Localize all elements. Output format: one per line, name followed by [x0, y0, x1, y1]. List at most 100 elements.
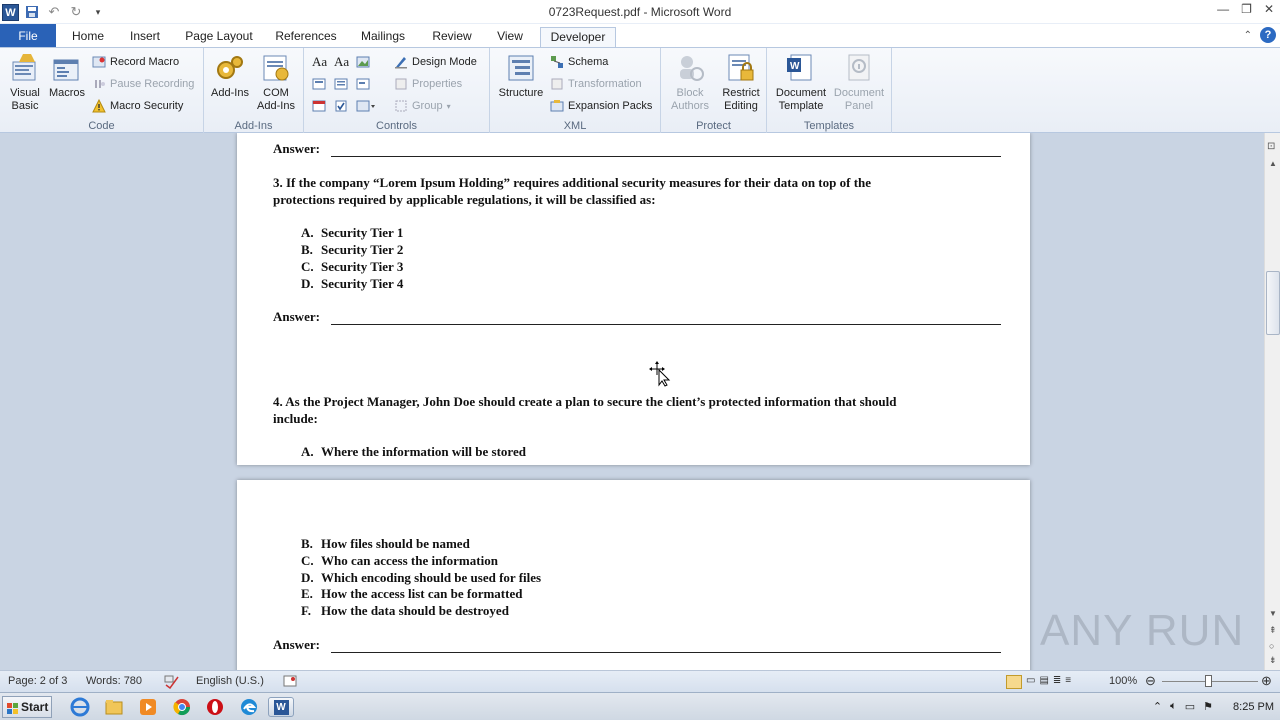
word-taskbar-icon[interactable]: W — [268, 697, 294, 717]
pause-recording-button[interactable]: Pause Recording — [92, 75, 194, 93]
plain-text-control-icon[interactable]: Aa — [334, 53, 349, 71]
record-macro-button[interactable]: Record Macro — [92, 53, 179, 71]
addins-button[interactable]: Add-Ins — [208, 52, 252, 100]
pause-icon — [92, 77, 106, 91]
ie-icon[interactable] — [70, 697, 90, 717]
document-page-3[interactable]: B. How files should be named C. Who can … — [237, 480, 1030, 670]
group-addins: Add-Ins COM Add-Ins Add-Ins — [204, 48, 304, 134]
picture-control-icon[interactable] — [356, 53, 370, 71]
language-indicator[interactable]: English (U.S.) — [196, 675, 264, 687]
expansion-packs-button[interactable]: Expansion Packs — [550, 97, 652, 115]
zoom-level[interactable]: 100% — [1109, 675, 1137, 687]
tab-review[interactable]: Review — [428, 27, 476, 48]
tab-page-layout[interactable]: Page Layout — [182, 27, 256, 48]
document-panel-button[interactable]: Document Panel — [833, 52, 885, 113]
edge-icon[interactable] — [239, 697, 259, 717]
draft-icon[interactable]: ≡ — [1065, 675, 1071, 689]
macro-security-button[interactable]: Macro Security — [92, 97, 183, 115]
tab-home[interactable]: Home — [66, 27, 110, 48]
group-code-label: Code — [88, 120, 115, 132]
media-player-icon[interactable] — [138, 697, 158, 717]
design-mode-button[interactable]: Design Mode — [394, 53, 477, 71]
tab-view[interactable]: View — [492, 27, 528, 48]
minimize-icon[interactable]: — — [1217, 2, 1229, 16]
explorer-icon[interactable] — [104, 697, 124, 717]
vertical-scrollbar[interactable]: ⊡ ▲ ▼ ⇞ ○ ⇟ — [1264, 133, 1280, 670]
macros-label: Macros — [48, 87, 86, 99]
zoom-slider-thumb[interactable] — [1205, 675, 1212, 687]
rich-text-control-icon[interactable]: Aa — [312, 53, 327, 71]
building-block-control-icon[interactable] — [312, 75, 326, 93]
minimize-ribbon-icon[interactable]: ⌃ — [1244, 30, 1252, 41]
option-text: How the data should be destroyed — [321, 603, 509, 618]
move-cursor-icon — [649, 361, 671, 390]
schema-button[interactable]: Schema — [550, 53, 608, 71]
tray-expand-icon[interactable]: ⌃ — [1153, 700, 1162, 713]
legacy-tools-icon[interactable] — [356, 97, 376, 115]
checkbox-control-icon[interactable] — [334, 97, 348, 115]
scroll-up-icon[interactable]: ▲ — [1269, 159, 1277, 168]
tab-references[interactable]: References — [272, 27, 340, 48]
properties-button[interactable]: Properties — [394, 75, 462, 93]
structure-button[interactable]: Structure — [496, 52, 546, 100]
option-letter: D. — [301, 570, 314, 585]
document-page-2[interactable]: Answer: 3. If the company “Lorem Ipsum H… — [237, 133, 1030, 465]
answer-label: Answer: — [273, 141, 320, 156]
restrict-editing-button[interactable]: Restrict Editing — [717, 52, 765, 113]
zoom-in-icon[interactable]: ⊕ — [1261, 673, 1272, 689]
chrome-icon[interactable] — [172, 697, 192, 717]
transformation-icon — [550, 77, 564, 91]
dropdown-control-icon[interactable] — [356, 75, 370, 93]
page-count[interactable]: Page: 2 of 3 — [8, 675, 67, 687]
visual-basic-button[interactable]: Visual Basic — [4, 52, 46, 113]
next-page-icon[interactable]: ⇟ — [1269, 655, 1277, 666]
block-authors-icon — [674, 52, 706, 84]
group-controls-label: Controls — [376, 120, 417, 132]
document-template-button[interactable]: W Document Template — [771, 52, 831, 113]
clock[interactable]: 8:25 PM — [1233, 701, 1274, 713]
document-panel-icon — [843, 52, 875, 84]
zoom-out-icon[interactable]: ⊖ — [1145, 673, 1156, 689]
group-button[interactable]: Group ▾ — [394, 97, 451, 115]
scroll-thumb[interactable] — [1266, 271, 1280, 335]
combo-box-control-icon[interactable] — [334, 75, 348, 93]
document-template-icon: W — [785, 52, 817, 84]
expansion-packs-label: Expansion Packs — [568, 100, 653, 112]
web-layout-icon[interactable]: ▤ — [1039, 675, 1048, 689]
print-layout-icon[interactable] — [1006, 675, 1022, 689]
tab-mailings[interactable]: Mailings — [355, 27, 411, 48]
previous-page-icon[interactable]: ⇞ — [1269, 625, 1277, 636]
option-letter: E. — [301, 586, 313, 601]
network-icon[interactable]: ▭ — [1185, 700, 1195, 713]
answer-label: Answer: — [273, 637, 320, 652]
word-count[interactable]: Words: 780 — [86, 675, 142, 687]
tab-insert[interactable]: Insert — [124, 27, 166, 48]
com-addins-button[interactable]: COM Add-Ins — [254, 52, 298, 113]
full-screen-reading-icon[interactable]: ▭ — [1026, 675, 1035, 689]
close-icon[interactable]: ✕ — [1264, 2, 1274, 16]
start-button[interactable]: Start — [2, 696, 52, 718]
tab-file[interactable]: File — [0, 24, 56, 48]
title-bar: W ↶ ↻ ▾ 0723Request.pdf - Microsoft Word… — [0, 0, 1280, 24]
scroll-down-icon[interactable]: ▼ — [1269, 609, 1277, 618]
option-letter: D. — [301, 276, 314, 291]
option-text: Security Tier 3 — [321, 259, 404, 274]
macro-record-icon[interactable] — [283, 675, 297, 690]
outline-icon[interactable]: ≣ — [1053, 675, 1061, 689]
date-picker-control-icon[interactable] — [312, 97, 326, 115]
flag-icon[interactable]: ⚑ — [1203, 700, 1213, 713]
proofing-icon[interactable] — [164, 675, 180, 692]
volume-icon[interactable]: 🔈︎ — [1170, 700, 1177, 713]
macros-button[interactable]: Macros — [46, 52, 88, 100]
document-workspace[interactable]: Answer: 3. If the company “Lorem Ipsum H… — [0, 133, 1264, 670]
block-authors-button[interactable]: Block Authors — [665, 52, 715, 113]
document-template-label: Document Template — [775, 87, 827, 112]
browse-object-icon[interactable]: ○ — [1269, 641, 1274, 651]
transformation-button[interactable]: Transformation — [550, 75, 642, 93]
help-icon[interactable]: ? — [1260, 27, 1276, 43]
group-protect-label: Protect — [696, 120, 731, 132]
ruler-toggle-icon[interactable]: ⊡ — [1267, 141, 1279, 155]
restore-icon[interactable]: ❐ — [1241, 2, 1252, 16]
opera-icon[interactable] — [205, 697, 225, 717]
tab-developer[interactable]: Developer — [540, 27, 616, 48]
